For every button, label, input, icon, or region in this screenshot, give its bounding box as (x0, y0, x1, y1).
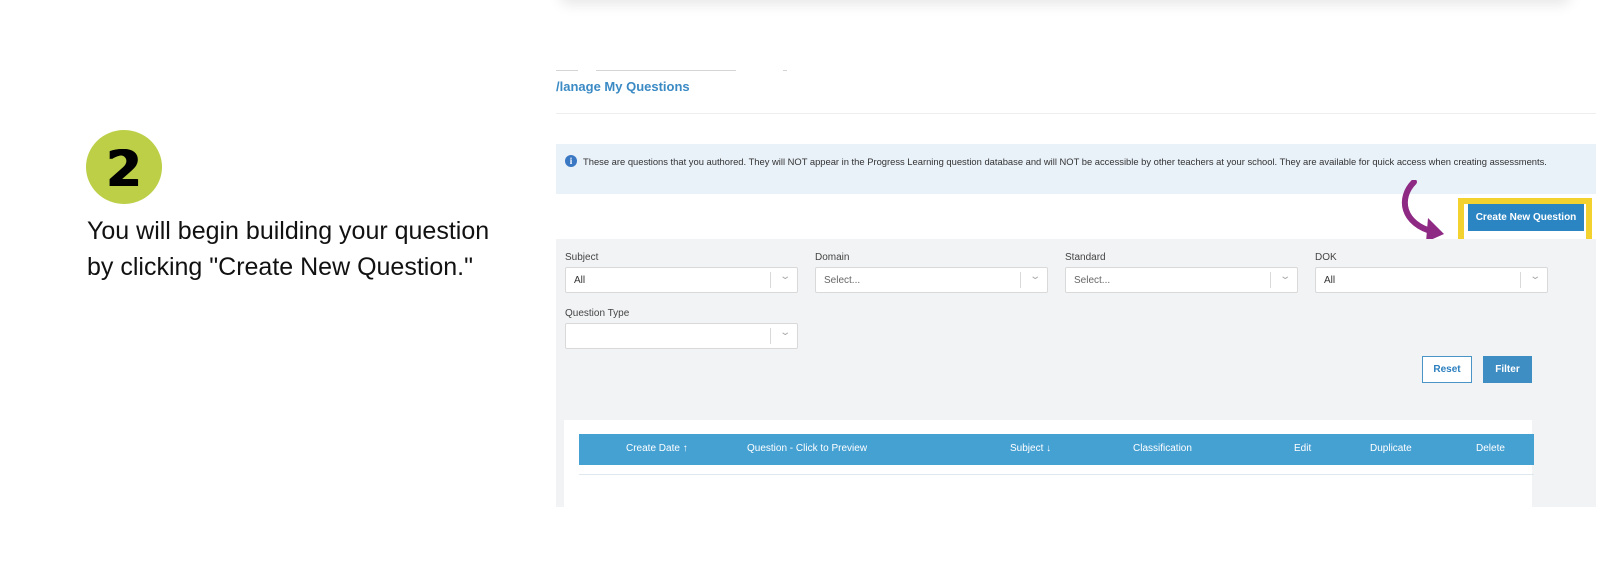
standard-select[interactable]: Select... ⌄ (1065, 267, 1298, 293)
dok-label: DOK (1315, 252, 1337, 263)
subject-select[interactable]: All ⌄ (565, 267, 798, 293)
standard-placeholder: Select... (1074, 275, 1111, 286)
page-title: /lanage My Questions (556, 79, 690, 94)
table-divider (579, 474, 1534, 475)
breadcrumb (556, 70, 816, 72)
questions-table: Create Date ↑ Question - Click to Previe… (564, 420, 1534, 507)
question-type-label: Question Type (565, 308, 630, 319)
column-create-date[interactable]: Create Date ↑ (626, 443, 688, 454)
table-header: Create Date ↑ Question - Click to Previe… (579, 434, 1534, 465)
domain-placeholder: Select... (824, 275, 861, 286)
subject-value: All (574, 275, 586, 286)
column-duplicate: Duplicate (1370, 443, 1412, 454)
step-number: 2 (106, 140, 142, 198)
subject-label: Subject (565, 252, 599, 263)
column-delete: Delete (1476, 443, 1505, 454)
info-icon: i (565, 155, 577, 167)
dok-select[interactable]: All ⌄ (1315, 267, 1548, 293)
reset-button[interactable]: Reset (1422, 356, 1472, 383)
column-edit: Edit (1294, 443, 1312, 454)
chevron-down-icon: ⌄ (1278, 271, 1291, 282)
domain-select[interactable]: Select... ⌄ (815, 267, 1048, 293)
standard-label: Standard (1065, 252, 1106, 263)
chevron-down-icon: ⌄ (778, 327, 791, 338)
chevron-down-icon: ⌄ (1028, 271, 1041, 282)
chevron-down-icon: ⌄ (778, 271, 791, 282)
filter-button[interactable]: Filter (1483, 356, 1532, 383)
column-subject[interactable]: Subject ↓ (1010, 443, 1051, 454)
dok-value: All (1324, 275, 1336, 286)
info-text: These are questions that you authored. T… (583, 156, 1547, 167)
question-type-select[interactable]: ⌄ (565, 323, 798, 349)
domain-label: Domain (815, 252, 850, 263)
column-question: Question - Click to Preview (747, 443, 868, 454)
app-screenshot: /lanage My Questions i These are questio… (556, 62, 1596, 507)
create-new-question-button[interactable]: Create New Question (1468, 204, 1584, 231)
curved-arrow-icon (1401, 180, 1444, 242)
step-badge: 2 (86, 130, 162, 204)
column-classification: Classification (1133, 443, 1192, 454)
divider (556, 113, 1596, 114)
step-instruction: You will begin building your question by… (87, 217, 490, 281)
chevron-down-icon: ⌄ (1528, 271, 1541, 282)
